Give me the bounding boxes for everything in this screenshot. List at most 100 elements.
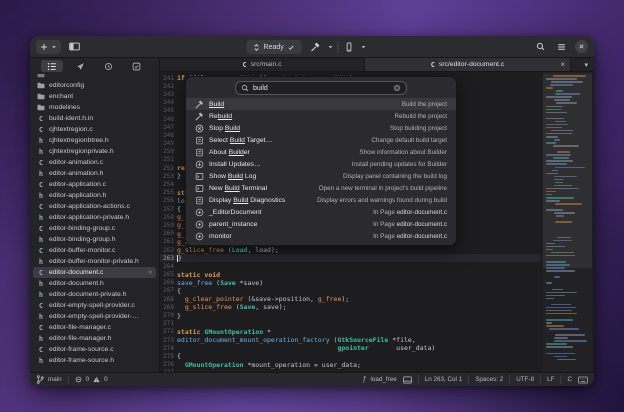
minimap[interactable] (543, 72, 592, 372)
minimap-line (557, 359, 576, 361)
file-row-enchant[interactable]: enchant (33, 91, 156, 102)
caret-down-icon (51, 44, 57, 50)
search-result-about-builder[interactable]: About BuilderShow information about Buil… (186, 146, 456, 158)
menu-button[interactable] (554, 40, 568, 54)
result-description: Change default build target (371, 137, 447, 144)
search-button[interactable] (533, 40, 547, 54)
indentation-setting[interactable]: Spaces: 2 (475, 376, 503, 383)
build-button[interactable] (309, 40, 323, 54)
cursor-position[interactable]: Ln 263, Col 1 (425, 376, 462, 383)
toggle-panel-button[interactable] (67, 40, 81, 54)
file-row-editor-application-actions.c[interactable]: Ceditor-application-actions.c (33, 201, 156, 212)
file-name: editor-application-private.h (49, 214, 129, 221)
sidebar-tab-todo[interactable] (126, 60, 148, 72)
file-row-editor-animation.h[interactable]: heditor-animation.h (33, 168, 156, 179)
line-number: 255 (160, 189, 174, 196)
hammer-icon (195, 100, 204, 109)
search-result-display-build-diagnostics[interactable]: Display Build DiagnosticsDisplay errors … (186, 194, 456, 206)
line-number: 271 (160, 320, 174, 327)
branch-indicator[interactable]: main (36, 375, 62, 384)
search-result--editordocument[interactable]: _EditorDocumentIn Page editor-document.c (186, 206, 456, 218)
sidebar-tab-project-tree[interactable] (41, 60, 63, 72)
file-row-editor-file-manager.c[interactable]: Ceditor-file-manager.c (33, 322, 156, 333)
file-row-editor-application.c[interactable]: Ceditor-application.c (33, 179, 156, 190)
tab-src-main-c[interactable]: C src/main.c (160, 58, 364, 71)
file-row-editor-binding-group.h[interactable]: heditor-binding-group.h (33, 234, 156, 245)
search-result-select-build-target-[interactable]: Select Build Target…Change default build… (186, 134, 456, 146)
file-row-editor-application-private.h[interactable]: heditor-application-private.h (33, 212, 156, 223)
file-row-editor-empty-spell-provider-…[interactable]: heditor-empty-spell-provider-… (33, 311, 156, 322)
close-tab-icon[interactable]: × (560, 60, 565, 69)
run-options-caret[interactable] (359, 40, 368, 54)
line-number: 272 (160, 328, 174, 335)
search-result-stop-build[interactable]: Stop BuildStop building project (186, 122, 456, 134)
file-row-editor-document.c[interactable]: Ceditor-document.c○ (33, 267, 156, 278)
close-window-button[interactable] (575, 40, 588, 53)
line-number: 274 (160, 345, 174, 352)
h-file-icon: h (37, 335, 45, 343)
search-result-build[interactable]: BuildBuild the project (186, 98, 456, 110)
tab-src-editor-document-c[interactable]: C src/editor-document.c × (364, 58, 571, 71)
minimap-line (546, 353, 575, 355)
current-symbol-indicator[interactable]: ƒ load_free (363, 376, 397, 383)
search-result-monitor[interactable]: monitorIn Page editor-document.c (186, 230, 456, 242)
build-options-caret[interactable] (326, 40, 335, 54)
new-tab-button[interactable] (36, 40, 61, 54)
file-row-editor-application.h[interactable]: heditor-application.h (33, 190, 156, 201)
code-line-262: 262g_slice_free (Load, load); (160, 246, 540, 254)
diagnostics-indicator[interactable]: 0 0 (75, 376, 108, 383)
line-number: 251 (160, 156, 174, 163)
run-device-button[interactable] (342, 40, 356, 54)
line-number: 248 (160, 132, 174, 139)
warning-count: 0 (104, 376, 108, 383)
file-row-cjhtextregionbtree.h[interactable]: hcjhtextregionbtree.h (33, 135, 156, 146)
file-name: modelines (49, 104, 80, 111)
minimap-line (546, 209, 563, 211)
line-number: 275 (160, 353, 174, 360)
file-row-editor-buffer-monitor-private.h[interactable]: heditor-buffer-monitor-private.h (33, 256, 156, 267)
file-row-editor-document-private.h[interactable]: heditor-document-private.h (33, 289, 156, 300)
minimap-line (546, 264, 570, 266)
file-row-build-ident.h.in[interactable]: Cbuild-ident.h.in (33, 113, 156, 124)
file-row-cjhtextregion.c[interactable]: Ccjhtextregion.c (33, 124, 156, 135)
search-result-install-updates-[interactable]: Install Updates…Install pending updates … (186, 158, 456, 170)
file-row-editor-document.h[interactable]: heditor-document.h (33, 278, 156, 289)
search-entry[interactable]: build (235, 81, 407, 95)
file-name: editor-binding-group.c (49, 225, 115, 232)
file-row-editor-binding-group.c[interactable]: Ceditor-binding-group.c (33, 223, 156, 234)
search-result-new-build-terminal[interactable]: New Build TerminalOpen a new terminal in… (186, 182, 456, 194)
file-row-editor-frame-source.c[interactable]: Ceditor-frame-source.c (33, 344, 156, 355)
minimap-line (546, 96, 572, 98)
hammer-icon (311, 42, 321, 52)
line-ending-setting[interactable]: LF (547, 376, 554, 383)
panel-icon[interactable] (403, 376, 412, 384)
minimap-line (546, 197, 574, 199)
search-result-parent-instance[interactable]: parent_instanceIn Page editor-document.c (186, 218, 456, 230)
minimap-line (554, 212, 575, 214)
file-name: editor-document-private.h (49, 291, 126, 298)
file-row-editor-animation.c[interactable]: Ceditor-animation.c (33, 157, 156, 168)
search-result-rebuild[interactable]: RebuildRebuild the project (186, 110, 456, 122)
file-row-editor-buffer-monitor.c[interactable]: Ceditor-buffer-monitor.c (33, 245, 156, 256)
file-row-cjhtextregionprivate.h[interactable]: hcjhtextregionprivate.h (33, 146, 156, 157)
result-description: In Page editor-document.c (373, 233, 447, 240)
tab-overflow-button[interactable]: ▾ (571, 58, 594, 71)
file-row-editor-frame-source.h[interactable]: heditor-frame-source.h (33, 355, 156, 366)
divider (68, 375, 69, 384)
clear-icon[interactable] (393, 84, 401, 92)
checklist-icon (195, 148, 204, 157)
file-row-editor-empty-spell-provider.c[interactable]: Ceditor-empty-spell-provider.c (33, 300, 156, 311)
file-row-editorconfig[interactable]: editorconfig (33, 80, 156, 91)
sidebar-tab-search[interactable] (69, 60, 91, 72)
keyboard-icon[interactable] (578, 376, 588, 384)
omnibar-status-button[interactable]: Ready (247, 40, 302, 54)
file-name: editor-animation.c (49, 159, 103, 166)
search-result-show-build-log[interactable]: Show Build LogDisplay panel containing t… (186, 170, 456, 182)
file-row-editor-file-manager.h[interactable]: heditor-file-manager.h (33, 333, 156, 344)
file-row-modelines[interactable]: modelines (33, 102, 156, 113)
language-setting[interactable]: C (567, 376, 572, 383)
sidebar-tab-history[interactable] (98, 60, 120, 72)
code-editor[interactable]: 241if (filename == NULL && content_type … (160, 72, 594, 372)
encoding-setting[interactable]: UTF-8 (516, 376, 534, 383)
file-row[interactable] (33, 74, 156, 80)
